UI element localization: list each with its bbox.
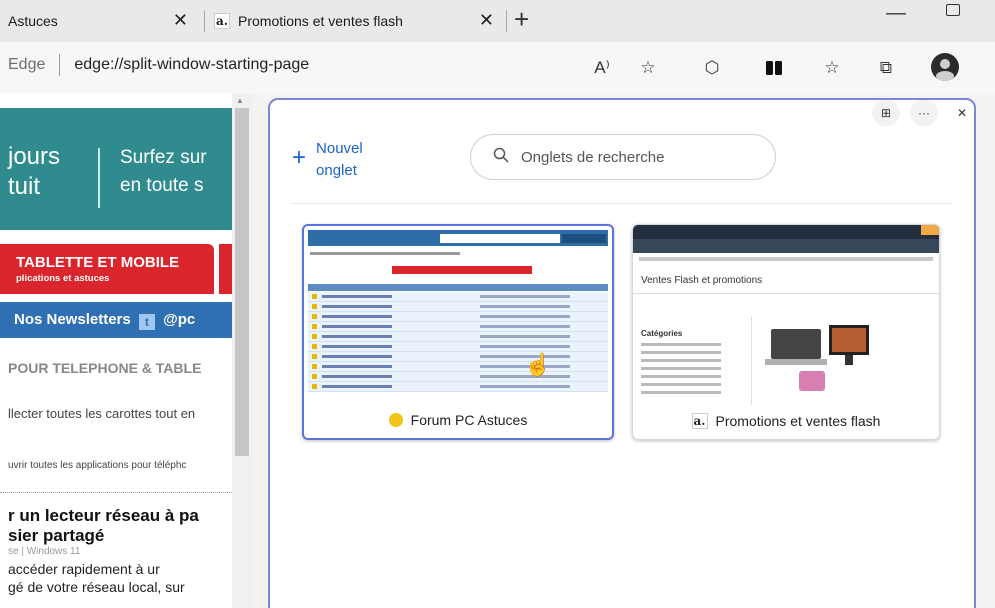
tab-card-caption: Forum PC Astuces (304, 402, 612, 438)
banner-right-text: Surfez sur en toute s (120, 147, 207, 196)
copilot-icon[interactable]: ⬡ (700, 56, 724, 80)
tab-promotions[interactable]: a. Promotions et ventes flash ✕ (208, 4, 506, 38)
tab-search-input[interactable]: Onglets de recherche (470, 134, 776, 180)
open-in-tab-icon[interactable]: ⊞ (872, 100, 900, 126)
category-tab-next[interactable] (219, 244, 232, 294)
search-placeholder: Onglets de recherche (521, 148, 665, 166)
category-strip: TABLETTE ET MOBILE plications et astuces (0, 244, 232, 294)
new-tab-label: Nouvel onglet (316, 140, 363, 179)
divider (0, 492, 232, 493)
maximize-button[interactable] (946, 4, 960, 16)
twitter-icon: t (138, 314, 155, 330)
article-meta: se | Windows 11 (8, 546, 81, 557)
address-separator (59, 54, 61, 76)
site-banner[interactable]: jours tuit Surfez sur en toute s (0, 108, 232, 230)
favorites-icon[interactable]: ☆ (820, 56, 844, 80)
profile-icon[interactable] (930, 52, 960, 82)
read-aloud-icon[interactable]: A⁾ (590, 56, 614, 80)
search-icon (493, 147, 509, 168)
address-scheme: Edge (8, 56, 46, 73)
tab-thumbnail: Ventes Flash et promotions Catégories (633, 225, 939, 405)
article-link[interactable]: uvrir toutes les applications pour télép… (8, 460, 186, 471)
tab-strip: Astuces ✕ a. Promotions et ventes flash … (0, 0, 995, 42)
minimize-button[interactable]: — (886, 2, 906, 25)
article-link[interactable]: llecter toutes les carottes tout en (8, 406, 195, 421)
address-toolbar: Edge edge://split-window-starting-page A… (0, 42, 995, 94)
tab-label: Astuces (8, 13, 58, 29)
tab-card-title: Forum PC Astuces (410, 412, 528, 428)
tab-label: Promotions et ventes flash (238, 13, 403, 29)
amazon-favicon-icon: a. (214, 13, 230, 29)
tab-thumbnail: ☝ (304, 226, 612, 406)
hand-cursor-icon: ☝ (524, 352, 552, 377)
add-favorite-icon[interactable]: ☆ (636, 56, 660, 80)
article-title[interactable]: r un lecteur réseau à pa sier partagé (8, 506, 199, 546)
newsletters-bar[interactable]: Nos Newsletters t @pc (0, 302, 232, 338)
banner-divider (98, 148, 100, 208)
more-options-icon[interactable]: ··· (910, 100, 938, 126)
banner-left-text: jours tuit (8, 143, 61, 200)
plus-icon: + (292, 144, 307, 171)
split-window-pane: ⊞ ··· ✕ + Nouvel onglet Onglets de reche… (268, 98, 976, 608)
tab-card-caption: a. Promotions et ventes flash (633, 403, 939, 439)
tab-separator (506, 10, 507, 32)
thumbnail-category: Catégories (641, 329, 683, 338)
address-bar[interactable]: Edge edge://split-window-starting-page (8, 54, 309, 76)
twitter-handle[interactable]: @pc (163, 311, 195, 328)
amazon-favicon-icon: a. (691, 413, 708, 429)
section-heading: POUR TELEPHONE & TABLE (8, 360, 202, 376)
close-pane-icon[interactable]: ✕ (948, 100, 976, 126)
address-url[interactable]: edge://split-window-starting-page (74, 56, 309, 74)
tab-astuces[interactable]: Astuces ✕ (0, 4, 200, 38)
tab-separator (204, 10, 205, 32)
split-screen-icon[interactable] (762, 56, 786, 80)
close-icon[interactable]: ✕ (173, 10, 188, 30)
tab-card-promotions[interactable]: Ventes Flash et promotions Catégories a.… (632, 224, 940, 440)
scrollbar-thumb[interactable] (235, 108, 249, 456)
thumbnail-heading: Ventes Flash et promotions (641, 275, 763, 286)
category-tab-tablette[interactable]: TABLETTE ET MOBILE plications et astuces (0, 244, 214, 294)
scroll-up-arrow-icon[interactable]: ▲ (236, 96, 244, 105)
divider (292, 203, 952, 204)
left-web-page: jours tuit Surfez sur en toute s TABLETT… (0, 94, 252, 608)
new-tab-link[interactable]: + Nouvel onglet (292, 138, 386, 182)
forum-favicon-icon (388, 413, 403, 427)
close-icon[interactable]: ✕ (479, 10, 494, 30)
tab-card-title: Promotions et ventes flash (715, 413, 881, 429)
newsletters-label: Nos Newsletters (14, 311, 131, 328)
article-excerpt: accéder rapidement à ur gé de votre rése… (8, 561, 185, 595)
category-title: TABLETTE ET MOBILE (16, 254, 180, 271)
collections-icon[interactable]: ⧉ (874, 56, 898, 80)
new-tab-button[interactable]: + (514, 6, 529, 32)
category-subtitle: plications et astuces (16, 273, 110, 284)
tab-card-forum[interactable]: ☝ Forum PC Astuces (302, 224, 614, 440)
